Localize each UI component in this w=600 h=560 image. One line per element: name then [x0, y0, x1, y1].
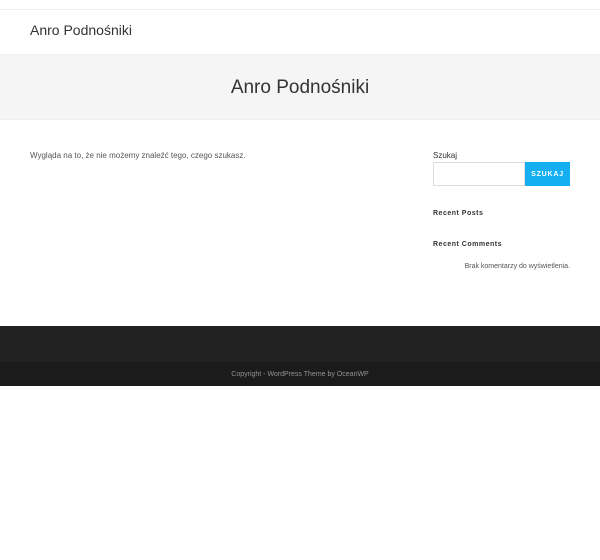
site-title-link[interactable]: Anro Podnośniki: [30, 22, 132, 38]
recent-posts-title: Recent Posts: [433, 210, 484, 217]
site-header: Anro Podnośniki: [0, 10, 600, 54]
copyright-text: Copyright - WordPress Theme by OceanWP: [231, 370, 369, 378]
page-title: Anro Podnośniki: [230, 77, 370, 98]
search-widget-title: Szukaj: [433, 151, 458, 160]
page-header: Anro Podnośniki: [0, 54, 600, 120]
footer-bottom: Copyright - WordPress Theme by OceanWP: [0, 362, 600, 386]
search-button[interactable]: SZUKAJ: [525, 162, 570, 186]
no-comments-text: Brak komentarzy do wyświetlenia.: [464, 263, 570, 270]
search-input[interactable]: [433, 162, 525, 186]
no-results-message: Wygląda na to, że nie możemy znaleźć teg…: [30, 151, 246, 160]
top-bar: [0, 0, 600, 10]
recent-comments-title: Recent Comments: [433, 241, 502, 248]
footer-widgets: [0, 326, 600, 362]
